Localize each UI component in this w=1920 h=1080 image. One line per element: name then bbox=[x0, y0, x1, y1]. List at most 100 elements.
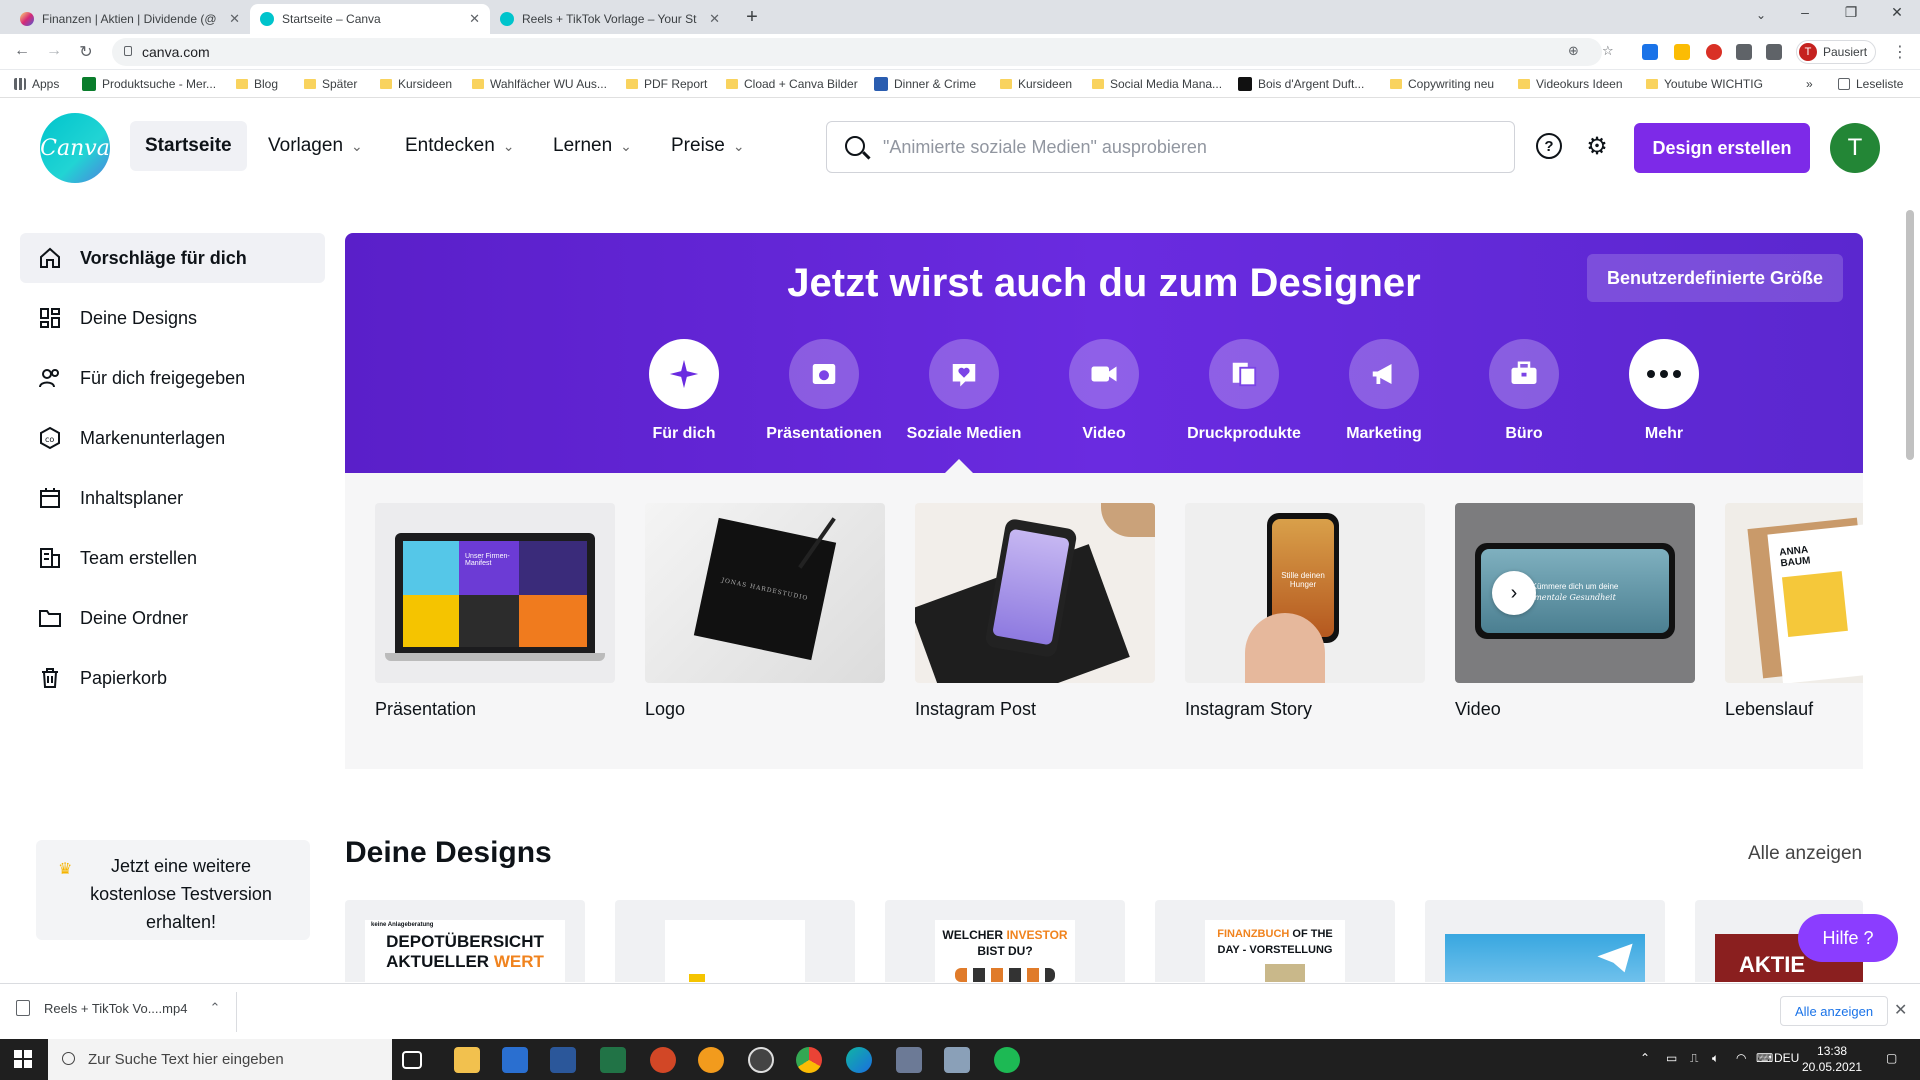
browser-tab-canva-home[interactable]: Startseite – Canva ✕ bbox=[250, 4, 490, 34]
sidebar-item-trash[interactable]: Papierkorb bbox=[20, 653, 325, 703]
reload-icon[interactable]: ↻ bbox=[76, 42, 96, 62]
close-shelf-icon[interactable]: ✕ bbox=[1894, 1000, 1907, 1020]
help-button[interactable]: Hilfe ? bbox=[1798, 914, 1898, 962]
bookmark-item[interactable]: Copywriting neu bbox=[1390, 77, 1494, 91]
custom-size-button[interactable]: Benutzerdefinierte Größe bbox=[1587, 254, 1843, 302]
search-input[interactable]: "Animierte soziale Medien" ausprobieren bbox=[826, 121, 1515, 173]
carousel-next-chevron-icon[interactable]: › bbox=[1492, 571, 1536, 615]
app-icon[interactable] bbox=[896, 1047, 922, 1073]
design-card[interactable] bbox=[1425, 900, 1665, 982]
sidebar-item-shared[interactable]: Für dich freigegeben bbox=[20, 353, 325, 403]
bookmark-item[interactable]: Videokurs Ideen bbox=[1518, 77, 1623, 91]
volume-icon[interactable]: 🔈︎ bbox=[1712, 1051, 1719, 1066]
bookmark-item[interactable]: Dinner & Crime bbox=[874, 77, 976, 91]
category-social-media[interactable]: Soziale Medien bbox=[894, 339, 1034, 443]
design-card[interactable]: FINANZBUCH OF THE DAY - VORSTELLUNG bbox=[1155, 900, 1395, 982]
sidebar-item-designs[interactable]: Deine Designs bbox=[20, 293, 325, 343]
sidebar-item-create-team[interactable]: Team erstellen bbox=[20, 533, 325, 583]
usb-icon[interactable]: ⎍ bbox=[1690, 1051, 1698, 1066]
nav-startseite[interactable]: Startseite bbox=[130, 121, 247, 171]
language-indicator[interactable]: DEU bbox=[1774, 1051, 1799, 1065]
chevron-up-icon[interactable]: ⌃ bbox=[209, 1000, 220, 1016]
category-presentations[interactable]: Präsentationen bbox=[754, 339, 894, 443]
template-logo[interactable]: JONAS HARDESTUDIO Logo bbox=[645, 503, 885, 720]
sidebar-item-folders[interactable]: Deine Ordner bbox=[20, 593, 325, 643]
show-all-downloads-button[interactable]: Alle anzeigen bbox=[1780, 996, 1889, 1026]
bookmark-item[interactable]: Produktsuche - Mer... bbox=[82, 77, 216, 91]
address-bar[interactable]: canva.com bbox=[112, 38, 1602, 66]
word-icon[interactable] bbox=[550, 1047, 576, 1073]
forward-arrow-icon[interactable]: → bbox=[44, 42, 64, 60]
trial-promo[interactable]: ♛ Jetzt eine weitere kostenlose Testvers… bbox=[36, 840, 310, 940]
battery-icon[interactable]: ▭ bbox=[1666, 1051, 1677, 1065]
close-icon[interactable]: ✕ bbox=[709, 11, 720, 27]
nav-vorlagen[interactable]: Vorlagen ⌄ bbox=[253, 121, 378, 171]
category-more[interactable]: Mehr bbox=[1594, 339, 1734, 443]
keyboard-icon[interactable]: ⌨ bbox=[1756, 1051, 1773, 1065]
extension-adblock-icon[interactable] bbox=[1706, 44, 1722, 60]
template-presentation[interactable]: Unser Firmen-Manifest Präsentation bbox=[375, 503, 615, 720]
minimize-icon[interactable]: – bbox=[1790, 4, 1820, 20]
category-marketing[interactable]: Marketing bbox=[1314, 339, 1454, 443]
sidebar-item-brand-kit[interactable]: co Markenunterlagen bbox=[20, 413, 325, 463]
category-for-you[interactable]: Für dich bbox=[614, 339, 754, 443]
category-print[interactable]: Druckprodukte bbox=[1174, 339, 1314, 443]
see-all-designs-link[interactable]: Alle anzeigen bbox=[1748, 843, 1862, 865]
sidebar-item-content-planner[interactable]: Inhaltsplaner bbox=[20, 473, 325, 523]
excel-icon[interactable] bbox=[600, 1047, 626, 1073]
taskbar-search-input[interactable]: Zur Suche Text hier eingeben bbox=[48, 1039, 392, 1080]
download-item[interactable]: Reels + TikTok Vo....mp4 ⌃ bbox=[16, 1000, 220, 1016]
new-tab-plus-icon[interactable]: + bbox=[740, 6, 764, 29]
category-video[interactable]: Video bbox=[1034, 339, 1174, 443]
gear-icon[interactable]: ⚙ bbox=[1584, 133, 1610, 160]
bookmark-item[interactable]: PDF Report bbox=[626, 77, 707, 91]
close-icon[interactable]: ✕ bbox=[469, 11, 480, 27]
reading-list[interactable]: Leseliste bbox=[1838, 77, 1903, 91]
design-card[interactable]: keine Anlageberatung DEPOTÜBERSICHT AKTU… bbox=[345, 900, 585, 982]
kebab-menu-icon[interactable]: ⋮ bbox=[1890, 42, 1910, 62]
scrollbar-thumb[interactable] bbox=[1906, 210, 1914, 460]
create-design-button[interactable]: Design erstellen bbox=[1634, 123, 1810, 173]
mail-icon[interactable] bbox=[502, 1047, 528, 1073]
design-card[interactable] bbox=[615, 900, 855, 982]
windows-start-icon[interactable] bbox=[14, 1050, 32, 1068]
category-office[interactable]: Büro bbox=[1454, 339, 1594, 443]
tray-chevron-icon[interactable]: ⌃ bbox=[1640, 1051, 1650, 1065]
extension-icon[interactable] bbox=[1674, 44, 1690, 60]
restore-icon[interactable]: ❐ bbox=[1836, 4, 1866, 21]
bookmark-item[interactable]: Kursideen bbox=[1000, 77, 1072, 91]
bookmark-item[interactable]: Wahlfächer WU Aus... bbox=[472, 77, 607, 91]
notifications-icon[interactable]: ▢ bbox=[1886, 1051, 1897, 1065]
obs-icon[interactable] bbox=[748, 1047, 774, 1073]
nav-lernen[interactable]: Lernen ⌄ bbox=[538, 121, 647, 171]
template-cv[interactable]: ANNA BAUM Lebenslauf bbox=[1725, 503, 1863, 720]
user-avatar[interactable]: T bbox=[1830, 123, 1880, 173]
wifi-icon[interactable]: ◠ bbox=[1736, 1051, 1746, 1065]
nav-entdecken[interactable]: Entdecken ⌄ bbox=[390, 121, 530, 171]
bookmark-item[interactable]: Blog bbox=[236, 77, 278, 91]
back-arrow-icon[interactable]: ← bbox=[12, 42, 32, 60]
system-clock[interactable]: 13:38 20.05.2021 bbox=[1802, 1043, 1862, 1075]
profile-button[interactable]: T Pausiert bbox=[1796, 40, 1877, 64]
bookmark-apps[interactable]: Apps bbox=[14, 77, 59, 91]
bookmarks-overflow-icon[interactable]: » bbox=[1806, 77, 1813, 91]
chrome-icon[interactable] bbox=[796, 1047, 822, 1073]
zoom-icon[interactable]: ⊕ bbox=[1568, 43, 1579, 59]
help-question-icon[interactable]: ? bbox=[1536, 133, 1562, 159]
browser-tab-finanzen[interactable]: Finanzen | Aktien | Dividende (@ ✕ bbox=[10, 4, 250, 34]
puzzle-icon[interactable] bbox=[1736, 44, 1752, 60]
spotify-icon[interactable] bbox=[994, 1047, 1020, 1073]
file-explorer-icon[interactable] bbox=[454, 1047, 480, 1073]
sidebar-item-suggestions[interactable]: Vorschläge für dich bbox=[20, 233, 325, 283]
edge-icon[interactable] bbox=[846, 1047, 872, 1073]
bookmark-item[interactable]: Später bbox=[304, 77, 357, 91]
template-video[interactable]: Kümmere dich um deine mentale Gesundheit… bbox=[1455, 503, 1695, 720]
close-icon[interactable]: ✕ bbox=[229, 11, 240, 27]
bookmark-item[interactable]: Bois d'Argent Duft... bbox=[1238, 77, 1364, 91]
browser-tab-reels[interactable]: Reels + TikTok Vorlage – Your St ✕ bbox=[490, 4, 730, 34]
window-close-icon[interactable]: ✕ bbox=[1882, 4, 1912, 21]
bookmark-star-icon[interactable]: ☆ bbox=[1602, 43, 1614, 59]
bookmark-item[interactable]: Youtube WICHTIG bbox=[1646, 77, 1763, 91]
tab-search-icon[interactable]: ⌄ bbox=[1746, 8, 1776, 22]
bookmark-item[interactable]: Cload + Canva Bilder bbox=[726, 77, 858, 91]
